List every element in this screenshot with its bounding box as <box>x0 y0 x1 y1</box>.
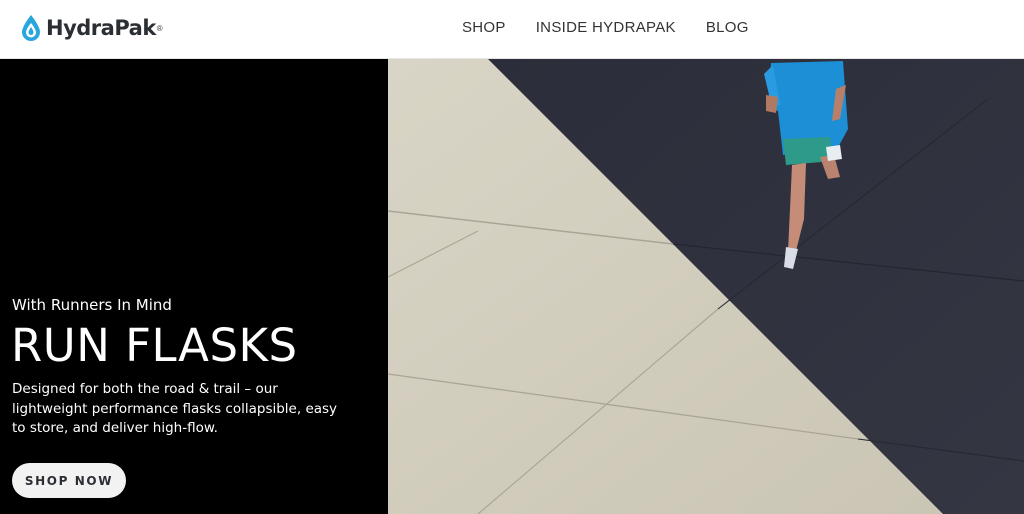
site-header: HydraPak ® SHOP INSIDE HYDRAPAK BLOG <box>0 0 1024 59</box>
nav-item-shop[interactable]: SHOP <box>462 18 506 38</box>
shop-now-button[interactable]: SHOP NOW <box>12 463 126 498</box>
hero-headline: RUN FLASKS <box>11 319 298 372</box>
hero-eyebrow: With Runners In Mind <box>12 296 172 314</box>
main-nav: SHOP INSIDE HYDRAPAK BLOG <box>462 18 779 38</box>
runner-on-pavement-photo <box>388 59 1024 514</box>
hero-description: Designed for both the road & trail – our… <box>12 381 338 436</box>
logo-wordmark: HydraPak <box>46 16 156 40</box>
hydrapak-logo-link[interactable]: HydraPak ® <box>20 13 163 43</box>
nav-item-blog[interactable]: BLOG <box>706 18 749 38</box>
hero-text-panel: With Runners In Mind RUN FLASKS Designed… <box>0 59 388 514</box>
hero-image <box>388 59 1024 514</box>
nav-item-inside-hydrapak[interactable]: INSIDE HYDRAPAK <box>536 18 676 38</box>
water-drop-icon <box>22 15 40 41</box>
registered-mark: ® <box>156 23 163 33</box>
